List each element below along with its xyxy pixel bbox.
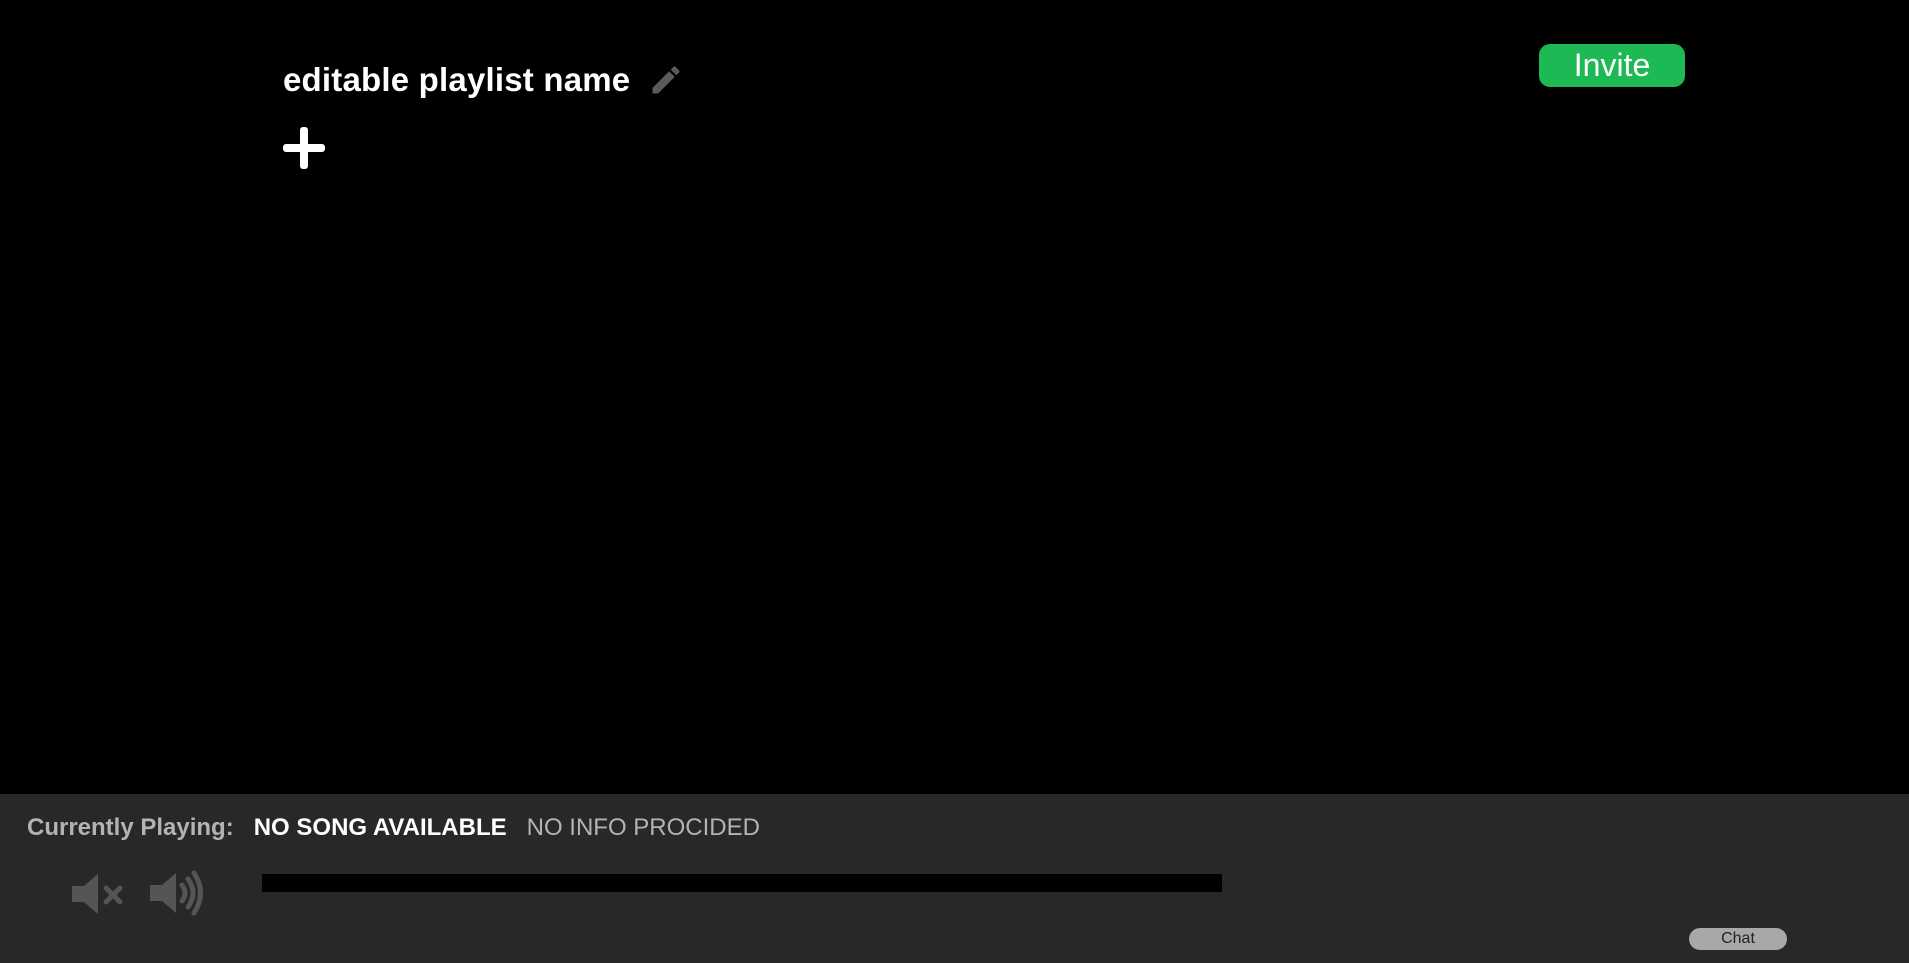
invite-button[interactable]: Invite xyxy=(1539,44,1685,87)
player-bar: Currently Playing: NO SONG AVAILABLE NO … xyxy=(0,794,1909,963)
playlist-header: editable playlist name xyxy=(283,58,684,102)
volume-mute-icon[interactable] xyxy=(70,872,126,916)
plus-icon[interactable] xyxy=(281,125,327,171)
song-title: NO SONG AVAILABLE xyxy=(253,814,507,841)
currently-playing-label: Currently Playing: xyxy=(27,814,234,841)
volume-up-icon[interactable] xyxy=(148,868,206,918)
playlist-name[interactable]: editable playlist name xyxy=(283,58,630,102)
chat-button[interactable]: Chat xyxy=(1689,928,1787,950)
pencil-icon[interactable] xyxy=(648,62,684,98)
song-info: NO INFO PROCIDED xyxy=(526,814,760,841)
progress-bar[interactable] xyxy=(262,874,1222,892)
app-page: editable playlist name Invite Currently … xyxy=(0,0,1909,963)
playlist-view: editable playlist name Invite xyxy=(0,0,1909,794)
now-playing-row: Currently Playing: NO SONG AVAILABLE NO … xyxy=(27,814,760,842)
